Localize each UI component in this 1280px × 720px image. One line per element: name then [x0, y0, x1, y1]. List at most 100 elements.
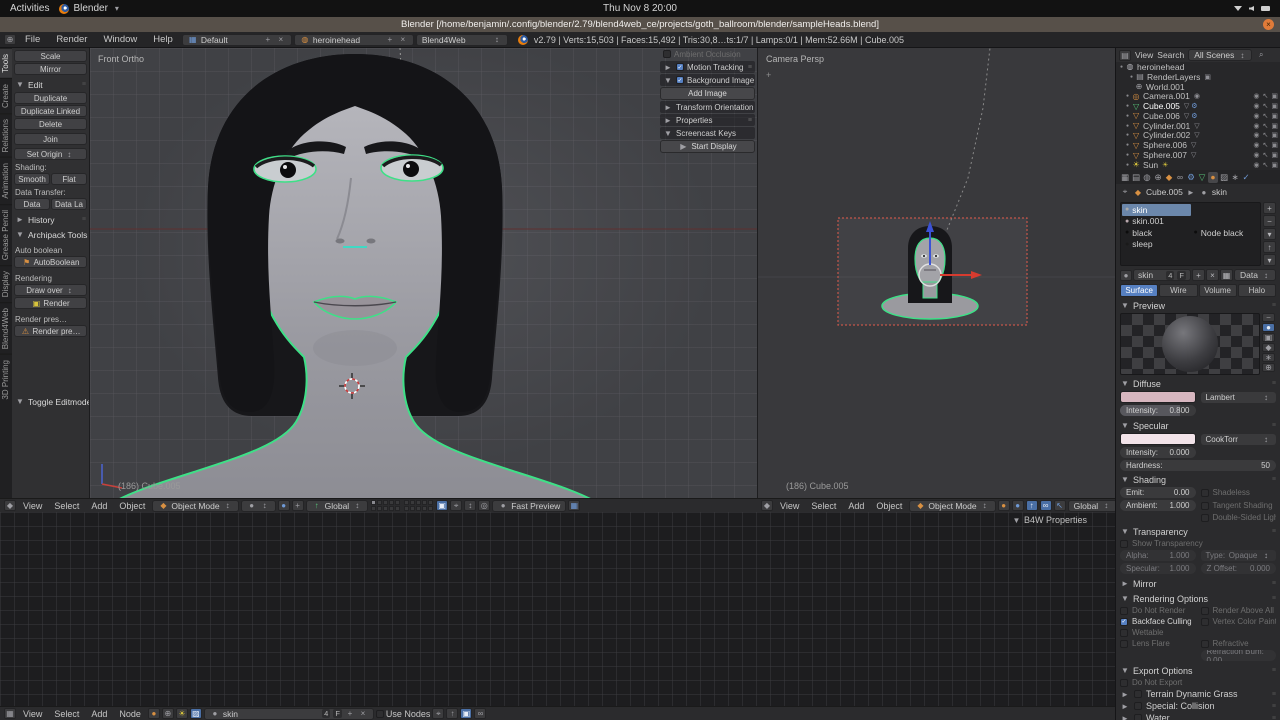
- visibility-eye-icon[interactable]: ◉: [1253, 122, 1259, 130]
- slot-skin[interactable]: ●skin: [1122, 204, 1191, 216]
- add-menu[interactable]: Add: [843, 501, 869, 511]
- tab-grease-pencil[interactable]: Grease Pencil: [0, 204, 12, 265]
- snap-element-selector[interactable]: ↕: [464, 500, 476, 511]
- material-datablock-selector[interactable]: ● skin 4 F + ×: [204, 708, 374, 720]
- slot-black[interactable]: ●black: [1122, 227, 1191, 239]
- checkbox[interactable]: [1120, 607, 1128, 615]
- new-material-button[interactable]: +: [1192, 269, 1205, 281]
- pivot-point-selector[interactable]: ●: [278, 500, 290, 511]
- menu-window[interactable]: Window: [96, 34, 144, 45]
- render-above-all-checkbox-row[interactable]: Render Above All: [1201, 605, 1277, 616]
- renderability-icon[interactable]: ▣: [1271, 102, 1278, 110]
- slot-sleep[interactable]: ●sleep: [1122, 239, 1191, 251]
- eye-right[interactable]: [381, 155, 443, 181]
- select-menu[interactable]: Select: [49, 709, 84, 719]
- specular-intensity-slider[interactable]: Intensity:0.000: [1120, 447, 1196, 458]
- tab-physics-icon[interactable]: ✓: [1241, 172, 1251, 183]
- do-not-render-checkbox-row[interactable]: Do Not Render: [1120, 605, 1196, 616]
- breadcrumb-object[interactable]: Cube.005: [1146, 187, 1183, 197]
- renderability-icon[interactable]: ▣: [1271, 112, 1278, 120]
- move-slot-up-button[interactable]: ↑: [1263, 241, 1276, 253]
- expand-n-panel-button[interactable]: +: [766, 70, 771, 80]
- visibility-eye-icon[interactable]: ◉: [1253, 131, 1259, 139]
- screencast-keys-panel[interactable]: ▼Screencast Keys: [660, 127, 755, 139]
- visibility-eye-icon[interactable]: ◉: [1253, 141, 1259, 149]
- motion-tracking-panel[interactable]: ►✓Motion Tracking≡: [660, 61, 755, 73]
- renderability-icon[interactable]: ▣: [1271, 92, 1278, 100]
- transparency-type-dropdown[interactable]: Type:Opaque↕: [1201, 550, 1277, 561]
- checkbox[interactable]: [1201, 514, 1209, 522]
- delete-layout-icon[interactable]: ×: [276, 34, 286, 45]
- tab-blend4web[interactable]: Blend4Web: [0, 302, 12, 354]
- diffuse-intensity-slider[interactable]: Intensity:0.800: [1120, 405, 1196, 416]
- shading-section-header[interactable]: ▼Shading≡: [1120, 473, 1276, 486]
- tab-constraints-icon[interactable]: ∞: [1175, 172, 1185, 183]
- preview-sphere-button[interactable]: ●: [1262, 323, 1275, 332]
- special-collision-panel[interactable]: ►Special: Collision≡: [1120, 700, 1276, 712]
- unlink-material-button[interactable]: ×: [1206, 269, 1219, 281]
- object-menu[interactable]: Object: [114, 501, 150, 511]
- remove-slot-button[interactable]: −: [1263, 215, 1276, 227]
- lens-flare-checkbox-row[interactable]: Lens Flare: [1120, 638, 1196, 649]
- auto-boolean-button[interactable]: ⚑AutoBoolean: [14, 256, 87, 268]
- slot-specials-button[interactable]: ▾: [1263, 228, 1276, 240]
- tab-render-layers-icon[interactable]: ▤: [1131, 172, 1141, 183]
- wire-tab[interactable]: Wire: [1159, 284, 1197, 297]
- z-offset-field[interactable]: Z Offset:0.000: [1201, 563, 1277, 574]
- tab-particles-icon[interactable]: ∗: [1230, 172, 1240, 183]
- tab-material-icon[interactable]: ●: [1208, 172, 1218, 183]
- pin-icon[interactable]: ⌖: [1120, 187, 1130, 198]
- duplicate-button[interactable]: Duplicate: [14, 92, 87, 104]
- editor-type-selector[interactable]: ▦: [4, 708, 16, 719]
- halo-tab[interactable]: Halo: [1238, 284, 1276, 297]
- view-menu[interactable]: View: [18, 501, 47, 511]
- volume-tab[interactable]: Volume: [1199, 284, 1237, 297]
- menu-render[interactable]: Render: [49, 34, 94, 45]
- refraction-bump-field[interactable]: Refraction Bum: 0.00: [1201, 650, 1277, 661]
- shader-tree-type-world[interactable]: ⊕: [162, 708, 174, 719]
- outliner-row[interactable]: ●☀Sun☀◉↖▣: [1116, 160, 1280, 170]
- selectability-icon[interactable]: ↖: [1263, 102, 1269, 110]
- draw-over-dropdown[interactable]: Draw over↕: [14, 284, 87, 296]
- view-menu[interactable]: View: [775, 501, 804, 511]
- snap-toggle[interactable]: ⌖: [450, 500, 462, 511]
- add-image-button[interactable]: Add Image: [660, 87, 755, 100]
- shader-tree-type-material[interactable]: ●: [148, 708, 160, 719]
- join-button[interactable]: Join: [14, 133, 87, 145]
- viewport-shading-selector[interactable]: ●: [998, 500, 1010, 511]
- checkbox[interactable]: [1134, 702, 1142, 710]
- clock[interactable]: Thu Nov 8 20:00: [0, 3, 1280, 14]
- flat-button[interactable]: Flat: [51, 173, 87, 185]
- alpha-field[interactable]: Alpha:1.000: [1120, 550, 1196, 561]
- manipulator-toggle[interactable]: +: [292, 500, 304, 511]
- object-menu[interactable]: Object: [871, 501, 907, 511]
- data-layout-button[interactable]: Data La: [51, 198, 87, 210]
- renderability-icon[interactable]: ▣: [1271, 131, 1278, 139]
- history-panel-header[interactable]: ►History≡: [15, 214, 86, 225]
- tab-texture-icon[interactable]: ▨: [1219, 172, 1229, 183]
- visibility-eye-icon[interactable]: ◉: [1253, 161, 1259, 169]
- smooth-button[interactable]: Smooth: [14, 173, 50, 185]
- editor-type-selector[interactable]: ◆: [4, 500, 16, 511]
- use-nodes-checkbox[interactable]: [376, 710, 384, 718]
- selectability-icon[interactable]: ↖: [1263, 131, 1269, 139]
- diffuse-shader-dropdown[interactable]: Lambert↕: [1201, 392, 1277, 403]
- checkbox[interactable]: [1201, 607, 1209, 615]
- transform-orientation-selector[interactable]: Global↕: [1068, 500, 1115, 512]
- renderability-icon[interactable]: ▣: [1271, 151, 1278, 159]
- preview-cube-button[interactable]: ▣: [1262, 333, 1275, 342]
- viewport-camera-persp[interactable]: Camera Persp + (186) Cube.005: [757, 48, 1115, 498]
- pin-button[interactable]: ⌖: [432, 708, 444, 719]
- render-engine-selector[interactable]: Blend4Web ↕: [416, 34, 508, 46]
- surface-tab[interactable]: Surface: [1120, 284, 1158, 297]
- diffuse-section-header[interactable]: ▼Diffuse≡: [1120, 377, 1276, 390]
- ambient-field[interactable]: Ambient:1.000: [1120, 500, 1196, 511]
- browse-material-button[interactable]: ●: [1120, 270, 1132, 281]
- slot-node-black[interactable]: ●Node black: [1191, 227, 1260, 239]
- slot-empty[interactable]: [1191, 204, 1260, 216]
- selectability-icon[interactable]: ↖: [1263, 112, 1269, 120]
- tangent-shading-checkbox-row[interactable]: Tangent Shading: [1201, 500, 1277, 511]
- data-button[interactable]: Data: [14, 198, 50, 210]
- checkbox[interactable]: [1201, 502, 1209, 510]
- view-menu[interactable]: View: [1135, 50, 1153, 60]
